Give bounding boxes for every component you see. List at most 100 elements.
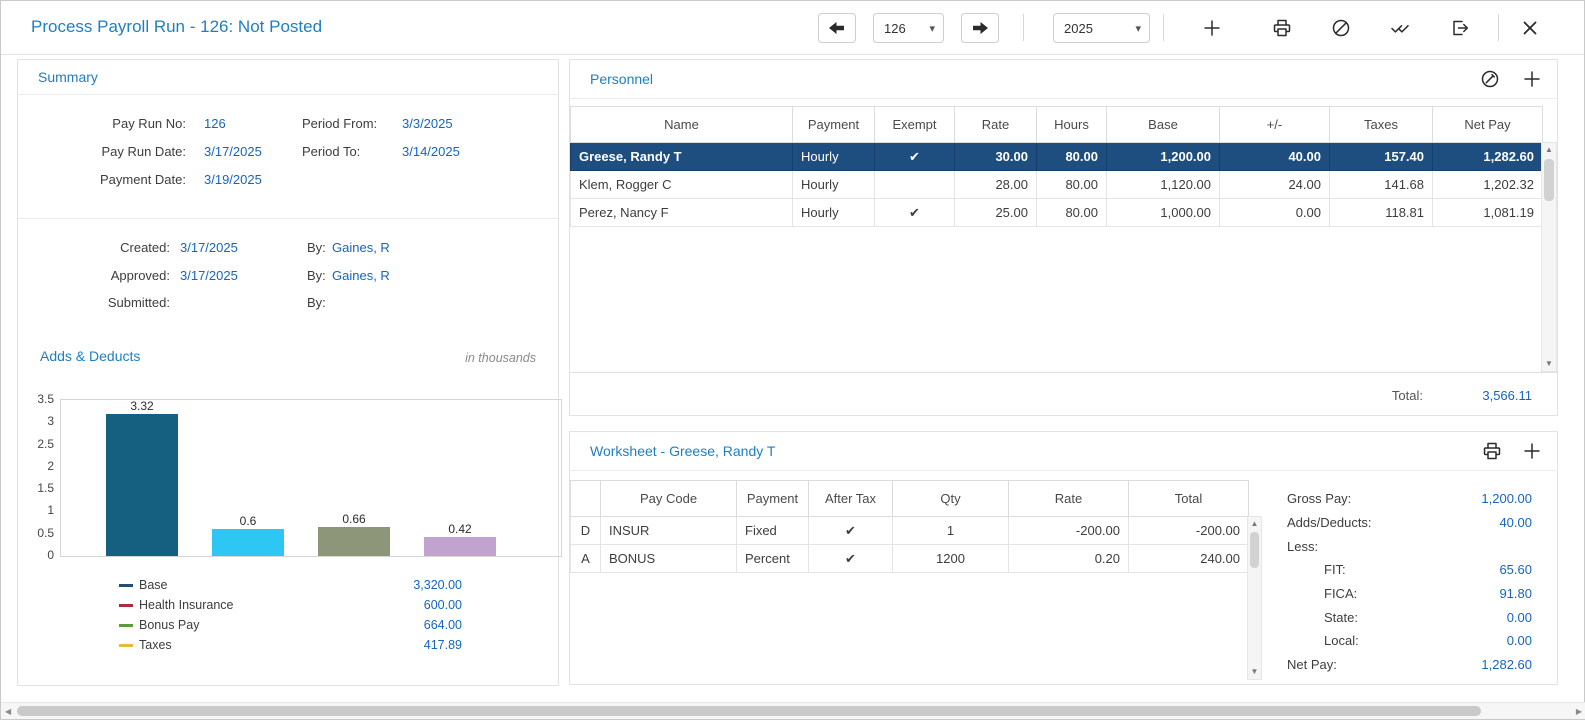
toolbar-divider — [1498, 14, 1499, 41]
add-personnel-button[interactable] — [1520, 67, 1544, 91]
legend-amount: 664.00 — [423, 618, 462, 632]
created-date: 3/17/2025 — [180, 240, 238, 255]
close-icon — [1523, 21, 1537, 35]
worksheet-col-type[interactable] — [570, 480, 601, 517]
cell-taxes: 141.68 — [1329, 170, 1433, 199]
cell-taxes: 157.40 — [1329, 142, 1433, 171]
cell-taxes: 118.81 — [1329, 198, 1433, 227]
personnel-row[interactable]: Klem, Rogger C Hourly 28.00 80.00 1,120.… — [570, 170, 1543, 199]
personnel-col-netpay[interactable]: Net Pay — [1432, 106, 1543, 143]
personnel-col-payment[interactable]: Payment — [792, 106, 875, 143]
plus-icon — [1524, 443, 1540, 459]
print-worksheet-button[interactable] — [1480, 439, 1504, 463]
personnel-title: Personnel — [590, 71, 654, 87]
legend-amount: 3,320.00 — [413, 578, 462, 592]
personnel-row[interactable]: Perez, Nancy F Hourly ✔ 25.00 80.00 1,00… — [570, 198, 1543, 227]
caret-down-icon: ▾ — [1135, 22, 1141, 35]
pay-run-date-label: Pay Run Date: — [101, 144, 186, 159]
worksheet-col-payment[interactable]: Payment — [736, 480, 809, 517]
scrollbar-thumb[interactable] — [17, 706, 1481, 716]
scroll-left-icon[interactable]: ◀ — [5, 707, 11, 716]
scroll-down-icon[interactable]: ▼ — [1248, 665, 1261, 679]
worksheet-col-paycode[interactable]: Pay Code — [600, 480, 737, 517]
worksheet-title-bar: Worksheet - Greese, Randy T — [570, 432, 1557, 471]
scroll-up-icon[interactable]: ▲ — [1542, 143, 1556, 157]
cell-name: Perez, Nancy F — [570, 198, 793, 227]
prev-run-button[interactable] — [818, 13, 856, 43]
worksheet-col-qty[interactable]: Qty — [892, 480, 1009, 517]
plus-icon — [1204, 20, 1220, 36]
cell-total: 240.00 — [1128, 544, 1249, 573]
summary-divider — [18, 218, 558, 219]
print-button[interactable] — [1269, 15, 1295, 41]
scrollbar-thumb[interactable] — [1250, 532, 1259, 568]
next-run-button[interactable] — [961, 13, 999, 43]
legend-label: Health Insurance — [139, 598, 234, 612]
period-to-label: Period To: — [302, 144, 361, 159]
printer-icon — [1483, 442, 1501, 460]
approved-by-label: By: — [307, 268, 326, 283]
summary-panel: Summary Pay Run No: 126 Period From: 3/3… — [17, 59, 562, 686]
scroll-down-icon[interactable]: ▼ — [1542, 357, 1556, 371]
printer-icon — [1273, 19, 1291, 37]
bar-value-label: 0.42 — [448, 522, 472, 537]
period-to-value: 3/14/2025 — [402, 144, 460, 159]
worksheet-header-row: Pay Code Payment After Tax Qty Rate Tota… — [570, 480, 1249, 517]
year-select[interactable]: 2025 ▾ — [1053, 13, 1150, 43]
close-button[interactable] — [1517, 15, 1543, 41]
summary-title-bar: Summary — [18, 60, 558, 95]
created-by-value: Gaines, R — [332, 240, 390, 255]
export-button[interactable] — [1447, 15, 1473, 41]
period-from-value: 3/3/2025 — [402, 116, 453, 131]
edit-button[interactable] — [1478, 67, 1502, 91]
personnel-col-taxes[interactable]: Taxes — [1329, 106, 1433, 143]
personnel-row-selected[interactable]: Greese, Randy T Hourly ✔ 30.00 80.00 1,2… — [570, 142, 1543, 171]
approve-button[interactable] — [1387, 15, 1413, 41]
add-button[interactable] — [1199, 15, 1225, 41]
personnel-footer-divider — [570, 372, 1557, 373]
cell-netpay: 1,282.60 — [1432, 142, 1543, 171]
cell-rate: -200.00 — [1008, 516, 1129, 545]
cell-total: -200.00 — [1128, 516, 1249, 545]
cell-base: 1,120.00 — [1106, 170, 1220, 199]
worksheet-table: Pay Code Payment After Tax Qty Rate Tota… — [570, 480, 1249, 573]
worksheet-col-aftertax[interactable]: After Tax — [808, 480, 893, 517]
cell-type: A — [570, 544, 601, 573]
void-button[interactable] — [1328, 15, 1354, 41]
personnel-col-exempt[interactable]: Exempt — [874, 106, 955, 143]
cell-exempt-check: ✔ — [874, 142, 955, 171]
cell-paycode: BONUS — [600, 544, 737, 573]
horizontal-scrollbar[interactable]: ◀ ▶ — [1, 702, 1585, 719]
approved-date: 3/17/2025 — [180, 268, 238, 283]
personnel-col-base[interactable]: Base — [1106, 106, 1220, 143]
worksheet-col-total[interactable]: Total — [1128, 480, 1249, 517]
chart-legend: Base 3,320.00 Health Insurance 600.00 Bo… — [18, 576, 478, 656]
worksheet-row[interactable]: A BONUS Percent ✔ 1200 0.20 240.00 — [570, 544, 1249, 573]
pay-run-no-label: Pay Run No: — [112, 116, 186, 131]
fit-label: FIT: — [1324, 562, 1346, 577]
personnel-col-rate[interactable]: Rate — [954, 106, 1037, 143]
net-pay-value: 1,282.60 — [1481, 657, 1532, 672]
y-tick: 2 — [47, 459, 54, 473]
state-label: State: — [1324, 610, 1358, 625]
add-worksheet-line-button[interactable] — [1520, 439, 1544, 463]
approved-label: Approved: — [110, 268, 170, 283]
worksheet-col-rate[interactable]: Rate — [1008, 480, 1129, 517]
bar-slot: 0.66 — [301, 400, 407, 556]
scroll-up-icon[interactable]: ▲ — [1248, 517, 1261, 531]
cell-plusminus: 0.00 — [1219, 198, 1330, 227]
personnel-col-hours[interactable]: Hours — [1036, 106, 1107, 143]
legend-item-base: Base 3,320.00 — [18, 576, 478, 596]
cell-name: Klem, Rogger C — [570, 170, 793, 199]
gross-pay-value: 1,200.00 — [1481, 491, 1532, 506]
personnel-scrollbar[interactable]: ▲ ▼ — [1541, 142, 1557, 372]
cell-hours: 80.00 — [1036, 142, 1107, 171]
scroll-right-icon[interactable]: ▶ — [1576, 707, 1582, 716]
personnel-col-name[interactable]: Name — [570, 106, 793, 143]
fica-value: 91.80 — [1499, 586, 1532, 601]
scrollbar-thumb[interactable] — [1544, 159, 1554, 201]
personnel-col-plusminus[interactable]: +/- — [1219, 106, 1330, 143]
run-number-select[interactable]: 126 ▾ — [873, 13, 944, 43]
worksheet-scrollbar[interactable]: ▲ ▼ — [1247, 516, 1262, 680]
worksheet-row[interactable]: D INSUR Fixed ✔ 1 -200.00 -200.00 — [570, 516, 1249, 545]
